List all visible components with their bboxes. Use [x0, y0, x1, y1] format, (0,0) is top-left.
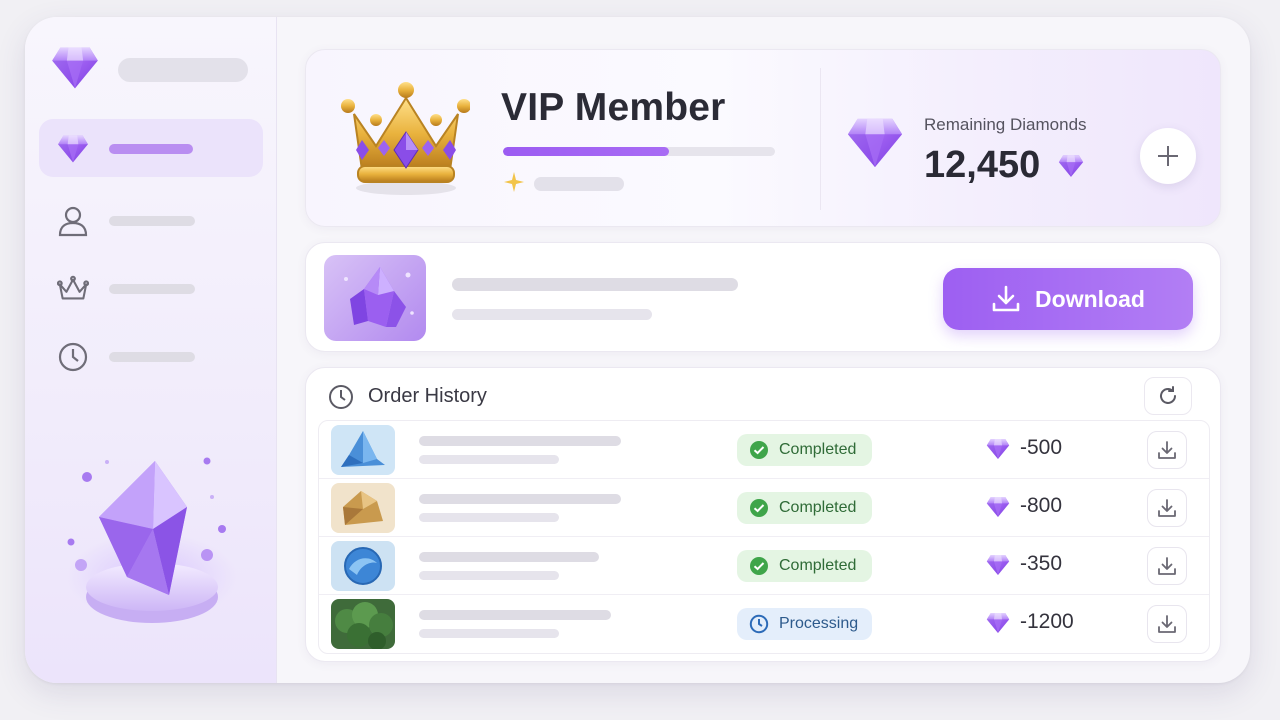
- sidebar-item-diamonds[interactable]: [39, 119, 263, 177]
- user-icon: [57, 205, 89, 237]
- gold-rock-thumbnail: [331, 483, 395, 533]
- order-history-title: Order History: [368, 385, 487, 407]
- sidebar-item-label: [109, 352, 195, 362]
- diamond-icon: [1058, 154, 1084, 178]
- diamond-icon: [986, 612, 1010, 634]
- order-amount: -800: [1020, 494, 1063, 517]
- sidebar: [25, 17, 277, 683]
- crystal-illustration: [67, 457, 237, 623]
- water-orb-thumbnail: [331, 541, 395, 591]
- vip-title: VIP Member: [501, 86, 726, 129]
- order-row[interactable]: Completed -800: [319, 479, 1209, 537]
- crown-icon: [341, 82, 470, 195]
- ice-crystal-thumbnail: [331, 425, 395, 475]
- sidebar-item-vip[interactable]: [39, 259, 263, 317]
- order-title-placeholder: [419, 552, 599, 562]
- add-diamonds-button[interactable]: [1140, 128, 1196, 184]
- app-name-placeholder: [118, 58, 248, 82]
- clock-icon: [329, 385, 353, 409]
- download-icon: [1158, 615, 1176, 633]
- download-icon: [1158, 499, 1176, 517]
- download-icon: [992, 285, 1020, 312]
- check-circle-icon: [750, 499, 768, 517]
- app-window: VIP Member Remaining Diamonds 12,450 Dow…: [25, 17, 1250, 683]
- order-history-card: Order History Completed -500 Completed -…: [305, 367, 1221, 662]
- forest-thumbnail: [331, 599, 395, 649]
- diamond-icon: [986, 438, 1010, 460]
- order-amount: -500: [1020, 436, 1063, 459]
- status-label: Completed: [779, 499, 857, 516]
- order-row[interactable]: Completed -500: [319, 421, 1209, 479]
- order-amount: -1200: [1020, 610, 1074, 633]
- item-subtitle-placeholder: [452, 309, 652, 320]
- order-subtitle-placeholder: [419, 629, 559, 638]
- diamond-icon: [57, 133, 89, 165]
- remaining-diamonds-value: 12,450: [924, 144, 1041, 186]
- sidebar-item-label: [109, 216, 195, 226]
- item-title-placeholder: [452, 278, 738, 291]
- status-label: Processing: [779, 615, 859, 632]
- status-badge: Completed: [737, 492, 872, 524]
- status-badge: Completed: [737, 550, 872, 582]
- download-icon: [1158, 441, 1176, 459]
- remaining-diamonds-label: Remaining Diamonds: [924, 115, 1087, 134]
- check-circle-icon: [750, 441, 768, 459]
- refresh-icon: [1160, 386, 1176, 404]
- vip-status-card: VIP Member Remaining Diamonds 12,450: [305, 49, 1221, 227]
- sidebar-item-history[interactable]: [39, 327, 263, 385]
- vip-level-placeholder: [534, 177, 624, 191]
- row-download-button[interactable]: [1147, 489, 1187, 527]
- download-button[interactable]: Download: [943, 268, 1193, 330]
- status-badge: Completed: [737, 434, 872, 466]
- vip-progress-bar: [503, 147, 775, 156]
- order-amount: -350: [1020, 552, 1063, 575]
- status-label: Completed: [779, 441, 857, 458]
- status-label: Completed: [779, 557, 857, 574]
- refresh-button[interactable]: [1144, 377, 1192, 415]
- row-download-button[interactable]: [1147, 547, 1187, 585]
- crystal-thumbnail: [324, 255, 426, 341]
- diamond-icon: [846, 116, 904, 170]
- sparkle-icon: [504, 172, 524, 192]
- order-title-placeholder: [419, 610, 611, 620]
- sidebar-item-label: [109, 144, 193, 154]
- order-title-placeholder: [419, 436, 621, 446]
- order-row[interactable]: Processing -1200: [319, 595, 1209, 653]
- row-download-button[interactable]: [1147, 431, 1187, 469]
- check-circle-icon: [750, 557, 768, 575]
- order-subtitle-placeholder: [419, 513, 559, 522]
- clock-icon: [749, 614, 769, 634]
- sidebar-item-label: [109, 284, 195, 294]
- status-badge: Processing: [737, 608, 872, 640]
- clock-icon: [57, 341, 89, 373]
- diamond-icon: [986, 496, 1010, 518]
- order-list: Completed -500 Completed -800 Completed …: [318, 420, 1210, 654]
- order-subtitle-placeholder: [419, 571, 559, 580]
- vip-progress-fill: [503, 147, 669, 156]
- sidebar-item-profile[interactable]: [39, 191, 263, 249]
- plus-icon: [1158, 146, 1178, 166]
- download-card: Download: [305, 242, 1221, 352]
- download-icon: [1158, 557, 1176, 575]
- order-row[interactable]: Completed -350: [319, 537, 1209, 595]
- divider: [820, 68, 821, 210]
- order-subtitle-placeholder: [419, 455, 559, 464]
- crown-icon: [57, 273, 89, 305]
- row-download-button[interactable]: [1147, 605, 1187, 643]
- download-button-label: Download: [1035, 285, 1145, 312]
- diamond-logo-icon: [50, 46, 100, 90]
- order-title-placeholder: [419, 494, 621, 504]
- diamond-icon: [986, 554, 1010, 576]
